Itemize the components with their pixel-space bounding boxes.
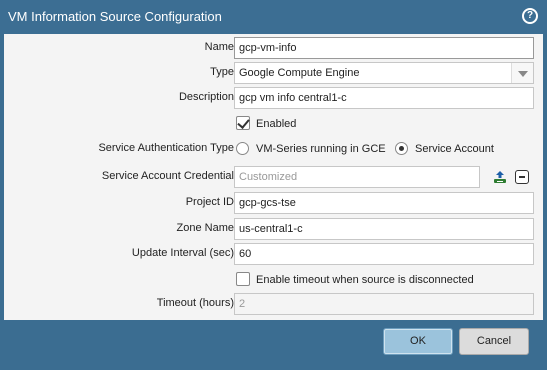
dialog-title: VM Information Source Configuration: [8, 9, 222, 24]
credential-row: Service Account Credential Customized: [4, 166, 543, 188]
type-select-value: Google Compute Engine: [239, 67, 360, 79]
type-label: Type: [210, 66, 234, 78]
vm-info-source-dialog: VM Information Source Configuration ? Na…: [0, 0, 547, 370]
chevron-down-icon[interactable]: [511, 63, 533, 83]
description-input[interactable]: gcp vm info central1-c: [234, 87, 534, 109]
timeout-row: Timeout (hours) 2: [4, 293, 543, 315]
enable-timeout-checkbox[interactable]: [236, 272, 250, 286]
name-input[interactable]: gcp-vm-info: [234, 37, 534, 59]
zone-name-row: Zone Name us-central1-c: [4, 218, 543, 240]
project-id-label: Project ID: [185, 196, 234, 208]
radio-service-account-label: Service Account: [415, 143, 494, 155]
credential-input[interactable]: Customized: [234, 166, 480, 188]
credential-label: Service Account Credential: [101, 170, 234, 182]
update-interval-input[interactable]: 60: [234, 243, 534, 265]
name-label: Name: [204, 41, 234, 53]
radio-vm-series-label: VM-Series running in GCE: [256, 143, 386, 155]
zone-name-label: Zone Name: [176, 222, 234, 234]
enabled-row: Enabled: [4, 114, 543, 136]
help-icon[interactable]: ?: [522, 8, 538, 24]
service-auth-label: Service Authentication Type: [98, 142, 234, 154]
radio-vm-series[interactable]: [236, 142, 249, 155]
enabled-label: Enabled: [256, 118, 297, 130]
description-row: Description gcp vm info central1-c: [4, 87, 543, 109]
dialog-body: Name gcp-vm-info Type Google Compute Eng…: [4, 34, 543, 320]
radio-service-account[interactable]: [395, 142, 408, 155]
minus-box-icon[interactable]: [515, 170, 529, 184]
project-id-row: Project ID gcp-gcs-tse: [4, 192, 543, 214]
enable-timeout-label: Enable timeout when source is disconnect…: [256, 274, 474, 286]
project-id-input[interactable]: gcp-gcs-tse: [234, 192, 534, 214]
enable-timeout-row: Enable timeout when source is disconnect…: [4, 270, 543, 292]
timeout-input[interactable]: 2: [234, 293, 534, 315]
zone-name-input[interactable]: us-central1-c: [234, 218, 534, 240]
update-interval-label: Update Interval (sec): [131, 247, 234, 259]
upload-icon[interactable]: [492, 169, 508, 185]
dialog-titlebar: VM Information Source Configuration ?: [0, 0, 547, 34]
enabled-checkbox[interactable]: [236, 116, 250, 130]
update-interval-row: Update Interval (sec) 60: [4, 243, 543, 265]
type-select[interactable]: Google Compute Engine: [234, 62, 534, 84]
timeout-label: Timeout (hours): [156, 297, 234, 309]
type-row: Type Google Compute Engine: [4, 62, 543, 84]
service-auth-row: Service Authentication Type VM-Series ru…: [4, 138, 543, 160]
ok-button[interactable]: OK: [383, 328, 453, 355]
cancel-button[interactable]: Cancel: [459, 328, 529, 355]
description-label: Description: [178, 91, 234, 103]
dialog-footer: OK Cancel: [0, 320, 547, 370]
name-row: Name gcp-vm-info: [4, 37, 543, 59]
